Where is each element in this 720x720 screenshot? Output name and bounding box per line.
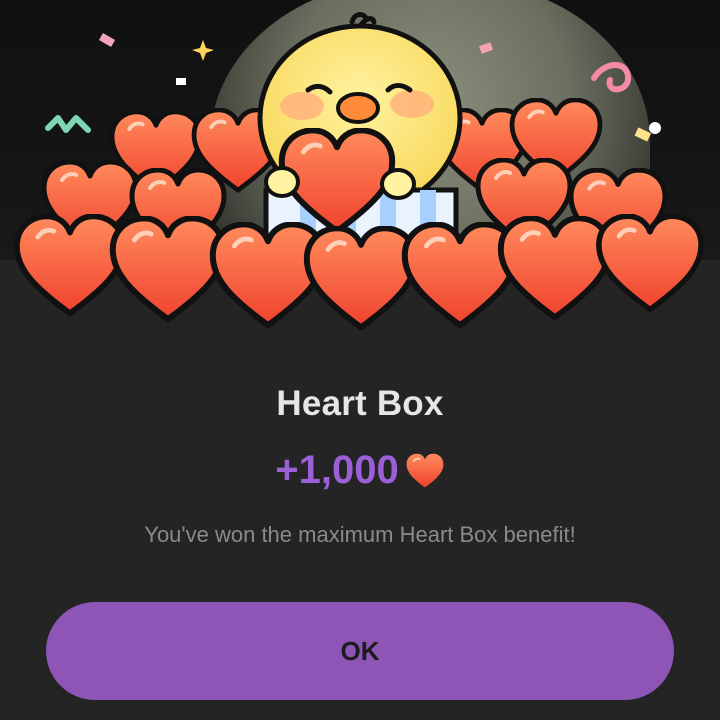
heart-icon bbox=[406, 453, 444, 487]
reward-row: +1,000 bbox=[0, 448, 720, 493]
benefit-message: You've won the maximum Heart Box benefit… bbox=[144, 522, 576, 547]
dialog-title: Heart Box bbox=[276, 384, 444, 423]
heart-box-illustration bbox=[0, 12, 720, 360]
reward-amount: +1,000 bbox=[275, 448, 399, 492]
ok-button[interactable]: OK bbox=[46, 602, 674, 700]
